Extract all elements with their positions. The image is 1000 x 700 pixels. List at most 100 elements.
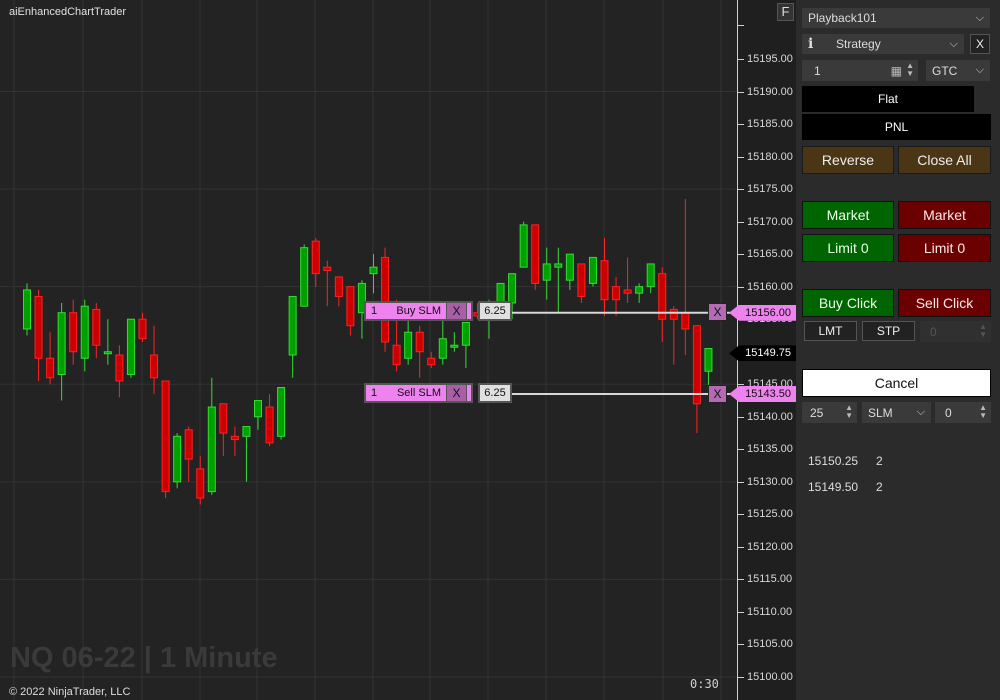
f-button[interactable]: F (777, 3, 794, 21)
candle-body (92, 308, 101, 346)
chart-trader-panel: Playback101 ⌵ i Strategy ⌵ X 1 ▦ ▲ ▼ GTC … (796, 0, 1000, 700)
strategy-value: Strategy (836, 37, 881, 51)
order-type-value: SLM (868, 405, 893, 420)
order-offset-value: 0 (945, 405, 952, 420)
offset-input[interactable]: 0 ▲ ▼ (920, 321, 991, 342)
buy-limit-button[interactable]: Limit 0 (802, 234, 894, 262)
chart-area[interactable]: aiEnhancedChartTrader NQ 06-22 | 1 Minut… (0, 0, 737, 700)
axis-tick (738, 644, 744, 646)
candle-body (334, 276, 343, 297)
candle-body (450, 344, 459, 348)
close-strategy-button[interactable]: X (970, 34, 990, 54)
bar-timer: 0:30 (690, 677, 719, 691)
buy-line-close-button[interactable]: X (708, 303, 727, 321)
candle-body (381, 256, 390, 343)
sell-order-label: Sell SLM (396, 387, 441, 399)
quantity-value: 1 (814, 63, 821, 78)
cancel-button[interactable]: Cancel (802, 369, 991, 397)
axis-tick-label: 15170.00 (747, 215, 793, 228)
sell-market-button[interactable]: Market (898, 201, 991, 229)
price-chart[interactable] (0, 0, 737, 700)
lmt-button[interactable]: LMT (804, 321, 857, 341)
candle-body (277, 387, 286, 437)
order-price: 15149.50 (808, 480, 859, 494)
axis-tick (738, 579, 744, 581)
axis-tick (738, 611, 744, 613)
buy-order-label: Buy SLM (396, 305, 441, 317)
candle-body (265, 406, 274, 444)
chevron-down-icon: ⌵ (916, 406, 925, 418)
axis-tick (738, 481, 744, 483)
candle-body (635, 286, 644, 294)
candle-body (346, 286, 355, 327)
candle-body (461, 321, 470, 346)
axis-tick (738, 546, 744, 548)
axis-tick-label: 15135.00 (747, 443, 793, 456)
candle-body (600, 260, 609, 301)
sell-click-button[interactable]: Sell Click (898, 289, 991, 317)
candle-body (323, 266, 332, 271)
candle-body (184, 429, 193, 460)
candle-body (427, 357, 436, 366)
candle-body (623, 289, 632, 294)
candle-body (115, 354, 124, 382)
axis-tick-label: 15175.00 (747, 183, 793, 196)
pnl-display: PNL (802, 114, 991, 140)
candle-body (577, 263, 586, 297)
sell-slm-order[interactable]: 1 Sell SLM X (364, 383, 473, 403)
last-price-tag: 15149.75 (729, 345, 796, 362)
reverse-button[interactable]: Reverse (802, 146, 894, 174)
axis-tick-label: 15140.00 (747, 410, 793, 423)
instrument-watermark: NQ 06-22 | 1 Minute (10, 642, 278, 674)
quantity-input[interactable]: 1 ▦ ▲ ▼ (802, 60, 918, 81)
quantity-spinner[interactable]: ▲ ▼ (906, 62, 914, 78)
chevron-down-icon: ⌵ (975, 11, 984, 24)
candle-body (681, 312, 690, 330)
buy-order-drag-handle[interactable] (467, 303, 471, 319)
axis-tick-label: 15165.00 (747, 248, 793, 261)
ticks-input[interactable]: 25 ▲ ▼ (802, 402, 857, 423)
order-offset-spinner[interactable]: ▲ ▼ (979, 404, 987, 420)
candle-body (207, 406, 216, 493)
close-all-button[interactable]: Close All (898, 146, 991, 174)
buy-order-cancel-button[interactable]: X (446, 303, 467, 319)
tif-select[interactable]: GTC ⌵ (926, 60, 990, 81)
order-offset-input[interactable]: 0 ▲ ▼ (935, 402, 991, 423)
candle-body (369, 266, 378, 275)
candle-body (415, 331, 424, 353)
strategy-select[interactable]: i Strategy ⌵ (802, 34, 964, 54)
calculator-icon[interactable]: ▦ (891, 64, 902, 78)
axis-tick-label: 15100.00 (747, 671, 793, 683)
order-list-item[interactable]: 15150.25 2 (808, 454, 883, 468)
candle-body (138, 318, 147, 340)
axis-tick (738, 384, 744, 386)
order-list-item[interactable]: 15149.50 2 (808, 480, 883, 494)
axis-tick (738, 416, 744, 418)
buy-order-ticks[interactable]: 6.25 (478, 301, 512, 321)
axis-tick-label: 15195.00 (747, 53, 793, 65)
axis-tick-label: 15110.00 (747, 605, 793, 618)
sell-line-close-button[interactable]: X (708, 385, 727, 403)
candle-body (69, 312, 78, 353)
account-select[interactable]: Playback101 ⌵ (802, 8, 990, 28)
sell-order-drag-handle[interactable] (467, 385, 471, 401)
candle-body (23, 289, 31, 330)
buy-slm-order[interactable]: 1 Buy SLM X (364, 301, 473, 321)
order-type-select[interactable]: SLM ⌵ (862, 402, 931, 423)
candle-body (219, 403, 228, 434)
buy-market-button[interactable]: Market (802, 201, 894, 229)
axis-tick (738, 286, 744, 288)
sell-order-ticks[interactable]: 6.25 (478, 383, 512, 403)
sell-order-cancel-button[interactable]: X (446, 385, 467, 401)
axis-tick (738, 514, 744, 516)
ticks-spinner[interactable]: ▲ ▼ (845, 404, 853, 420)
buy-click-button[interactable]: Buy Click (802, 289, 894, 317)
sell-limit-button[interactable]: Limit 0 (898, 234, 991, 262)
stp-button[interactable]: STP (862, 321, 915, 341)
candle-body (311, 240, 320, 275)
axis-tick (738, 221, 744, 223)
candle-body (646, 263, 655, 288)
axis-tick-label: 15105.00 (747, 638, 793, 651)
candle-body (46, 357, 55, 379)
offset-spinner[interactable]: ▲ ▼ (979, 323, 987, 339)
